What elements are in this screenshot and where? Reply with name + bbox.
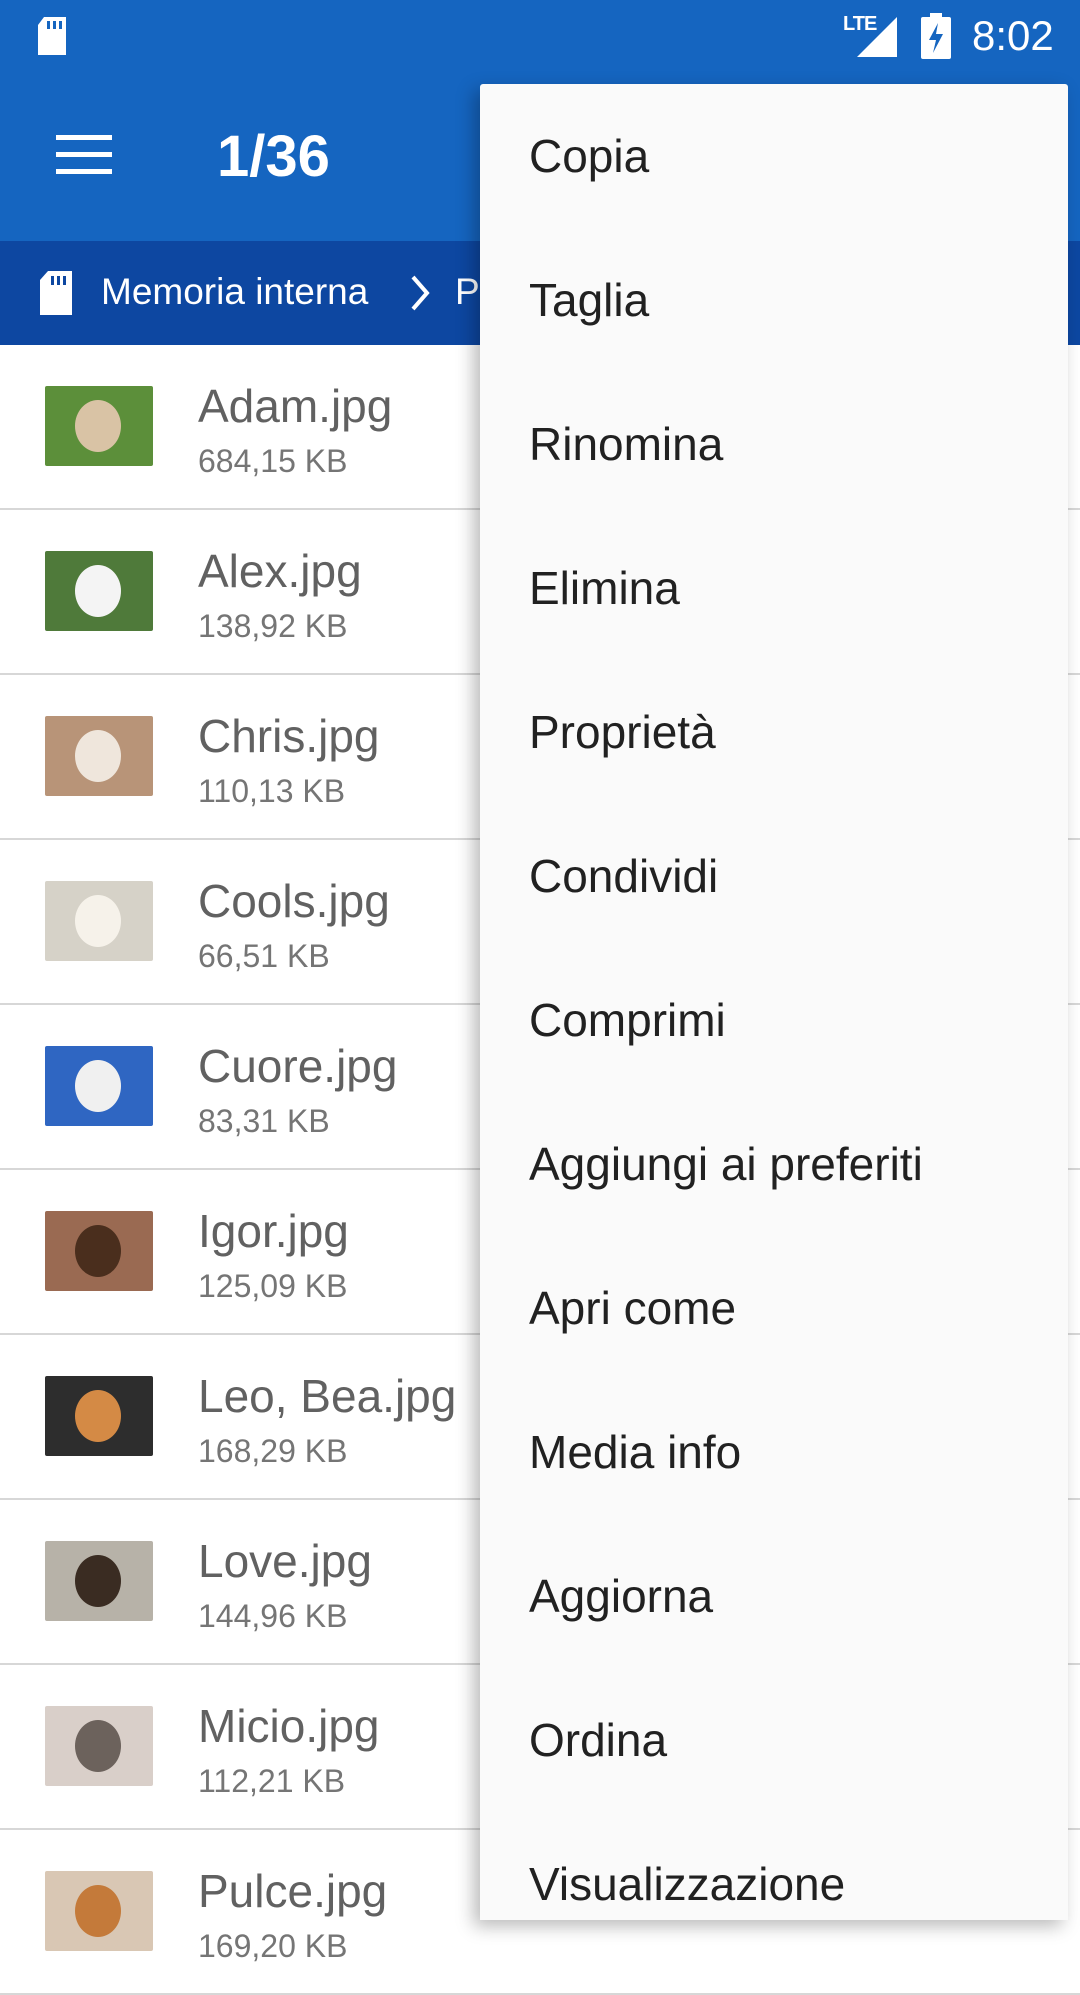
file-name: Alex.jpg — [198, 545, 362, 597]
status-bar: LTE 8:02 — [0, 0, 1080, 73]
file-name: Pulce.jpg — [198, 1865, 388, 1917]
file-size: 110,13 KB — [198, 773, 346, 809]
menu-item[interactable]: Elimina — [480, 516, 1068, 660]
file-size: 138,92 KB — [198, 608, 348, 644]
menu-item[interactable]: Taglia — [480, 228, 1068, 372]
file-thumbnail — [45, 551, 153, 631]
menu-item[interactable]: Aggiorna — [480, 1524, 1068, 1668]
overflow-menu: Copia Taglia Rinomina Elimina Proprietà Condi… — [480, 84, 1068, 1920]
page-title: 1/36 — [217, 124, 330, 189]
file-name: Cuore.jpg — [198, 1040, 398, 1092]
menu-item[interactable]: Apri come — [480, 1236, 1068, 1380]
file-thumbnail — [45, 1871, 153, 1951]
file-thumbnail — [45, 716, 153, 796]
menu-item[interactable]: Proprietà — [480, 660, 1068, 804]
menu-item[interactable]: Condividi — [480, 804, 1068, 948]
file-name: Adam.jpg — [198, 380, 393, 432]
menu-item[interactable]: Visualizzazione — [480, 1812, 1068, 1920]
file-thumbnail — [45, 386, 153, 466]
file-size: 169,20 KB — [198, 1928, 348, 1964]
breadcrumb-root[interactable]: Memoria interna — [101, 271, 368, 313]
file-thumbnail — [45, 1541, 153, 1621]
file-size: 66,51 KB — [198, 938, 330, 974]
file-name: Chris.jpg — [198, 710, 380, 762]
file-thumbnail — [45, 1376, 153, 1456]
status-clock: 8:02 — [972, 12, 1054, 59]
file-size: 112,21 KB — [198, 1763, 346, 1799]
menu-item[interactable]: Copia — [480, 84, 1068, 228]
menu-item[interactable]: Ordina — [480, 1668, 1068, 1812]
file-name: Love.jpg — [198, 1535, 372, 1587]
menu-item[interactable]: Rinomina — [480, 372, 1068, 516]
menu-item[interactable]: Media info — [480, 1380, 1068, 1524]
file-thumbnail — [45, 1211, 153, 1291]
lte-signal-icon — [853, 15, 899, 64]
sd-card-icon — [36, 269, 76, 322]
file-size: 168,29 KB — [198, 1433, 348, 1469]
file-size: 144,96 KB — [198, 1598, 348, 1634]
chevron-right-icon — [408, 273, 432, 318]
hamburger-menu-icon[interactable] — [56, 135, 112, 179]
file-name: Cools.jpg — [198, 875, 390, 927]
file-name: Micio.jpg — [198, 1700, 380, 1752]
battery-charging-icon — [921, 13, 951, 64]
file-size: 684,15 KB — [198, 443, 348, 479]
file-thumbnail — [45, 881, 153, 961]
file-name: Igor.jpg — [198, 1205, 349, 1257]
breadcrumb-current[interactable]: P — [455, 271, 480, 313]
file-size: 83,31 KB — [198, 1103, 330, 1139]
file-thumbnail — [45, 1046, 153, 1126]
file-thumbnail — [45, 1706, 153, 1786]
sd-card-icon — [34, 15, 70, 62]
file-name: Leo, Bea.jpg — [198, 1370, 457, 1422]
file-size: 125,09 KB — [198, 1268, 348, 1304]
menu-item[interactable]: Aggiungi ai preferiti — [480, 1092, 1068, 1236]
menu-item[interactable]: Comprimi — [480, 948, 1068, 1092]
